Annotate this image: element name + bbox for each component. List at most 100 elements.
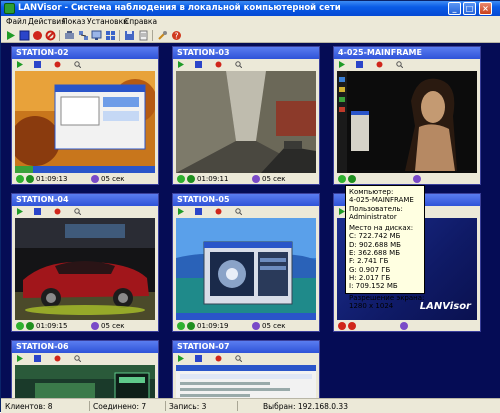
tooltip-user-label: Пользователь: <box>349 204 403 213</box>
zoom-icon[interactable] <box>235 355 242 362</box>
menu-settings[interactable]: Установки <box>87 17 128 26</box>
tooltip-resolution: 1280 x 1024 <box>349 301 394 310</box>
stop-icon[interactable] <box>356 61 363 68</box>
station-screenshot[interactable] <box>15 365 155 398</box>
grid-icon[interactable] <box>105 30 116 41</box>
play-icon[interactable] <box>5 30 16 41</box>
station-screenshot[interactable] <box>15 71 155 173</box>
timer-icon <box>91 175 99 183</box>
station-controls <box>12 206 158 217</box>
stop-icon[interactable] <box>34 61 41 68</box>
station-interval: 05 сек <box>101 175 125 183</box>
station-interval: 05 сек <box>101 322 125 330</box>
zoom-icon[interactable] <box>396 61 403 68</box>
block-icon[interactable] <box>45 30 56 41</box>
station-tile[interactable]: STATION-05 01:09:19 05 сек <box>172 193 320 332</box>
save-icon[interactable] <box>124 30 135 41</box>
clock-icon <box>187 175 195 183</box>
screen-icon[interactable] <box>91 30 102 41</box>
record-icon[interactable] <box>54 355 61 362</box>
station-tile[interactable]: STATION-06 <box>11 340 159 398</box>
station-time: 01:09:11 <box>197 175 229 183</box>
station-tile[interactable]: STATION-03 01:09:11 05 сек <box>172 46 320 185</box>
station-tile[interactable]: STATION-02 01:09:13 05 сек <box>11 46 159 185</box>
station-controls <box>334 59 480 70</box>
status-connected: Соединено: 7 <box>93 402 147 411</box>
record-icon[interactable] <box>54 61 61 68</box>
station-interval: 05 сек <box>262 322 286 330</box>
timer-icon <box>252 175 260 183</box>
record-icon[interactable] <box>215 208 222 215</box>
station-status <box>334 174 480 184</box>
timer-icon <box>413 175 421 183</box>
settings-icon[interactable] <box>138 30 149 41</box>
record-icon[interactable] <box>215 355 222 362</box>
app-icon <box>4 3 15 14</box>
station-name: STATION-03 <box>173 47 319 59</box>
play-icon[interactable] <box>16 61 23 68</box>
menu-view[interactable]: Показ <box>62 17 85 26</box>
station-name: STATION-05 <box>173 194 319 206</box>
play-icon[interactable] <box>177 208 184 215</box>
tooltip-resolution-label: Разрешение экрана: <box>349 293 425 302</box>
stop-icon[interactable] <box>34 355 41 362</box>
help-icon[interactable]: ? <box>171 30 182 41</box>
tools-icon[interactable] <box>157 30 168 41</box>
maximize-button[interactable]: □ <box>463 2 476 15</box>
play-icon[interactable] <box>338 208 345 215</box>
title-bar: LANVisor - Система наблюдения в локально… <box>1 1 500 16</box>
status-clients: Клиентов: 8 <box>5 402 53 411</box>
status-selected: Выбран: 192.168.0.33 <box>263 402 348 411</box>
menu-help[interactable]: Справка <box>124 17 157 26</box>
play-icon[interactable] <box>16 355 23 362</box>
connect-icon[interactable] <box>64 30 75 41</box>
timer-icon <box>252 322 260 330</box>
record-icon[interactable] <box>32 30 43 41</box>
svg-text:?: ? <box>174 32 178 41</box>
clock-icon <box>348 322 356 330</box>
record-icon[interactable] <box>54 208 61 215</box>
station-screenshot[interactable] <box>176 365 316 398</box>
close-button[interactable]: × <box>479 2 492 15</box>
menu-file[interactable]: Файл <box>6 17 27 26</box>
station-tile[interactable]: 4-025-MAINFRAME <box>333 46 481 185</box>
zoom-icon[interactable] <box>74 355 81 362</box>
stop-icon[interactable] <box>195 61 202 68</box>
station-screenshot[interactable] <box>15 218 155 320</box>
stop-icon[interactable] <box>195 355 202 362</box>
minimize-button[interactable]: _ <box>448 2 461 15</box>
record-icon[interactable] <box>215 61 222 68</box>
record-icon[interactable] <box>376 61 383 68</box>
station-screenshot[interactable] <box>176 71 316 173</box>
station-controls <box>173 353 319 364</box>
status-ok-icon <box>177 175 185 183</box>
play-icon[interactable] <box>338 61 345 68</box>
stop-icon[interactable] <box>19 30 30 41</box>
tooltip-disk: G: 0.907 ГБ <box>349 265 391 274</box>
zoom-icon[interactable] <box>74 61 81 68</box>
play-icon[interactable] <box>177 61 184 68</box>
station-tile[interactable]: STATION-04 01:09:15 05 сек <box>11 193 159 332</box>
station-status <box>334 321 480 331</box>
window-title: LANVisor - Система наблюдения в локально… <box>18 3 341 13</box>
menu-actions[interactable]: Действия <box>28 17 66 26</box>
station-time: 01:09:19 <box>197 322 229 330</box>
tooltip-disk: D: 902.688 МБ <box>349 240 401 249</box>
station-name: 4-025-MAINFRAME <box>334 47 480 59</box>
station-tile[interactable]: STATION-07 <box>172 340 320 398</box>
play-icon[interactable] <box>177 355 184 362</box>
stop-icon[interactable] <box>34 208 41 215</box>
zoom-icon[interactable] <box>74 208 81 215</box>
zoom-icon[interactable] <box>235 61 242 68</box>
station-screenshot[interactable] <box>337 71 477 173</box>
toolbar: ? <box>1 28 500 43</box>
station-controls <box>173 206 319 217</box>
zoom-icon[interactable] <box>235 208 242 215</box>
station-screenshot[interactable] <box>176 218 316 320</box>
station-controls <box>12 353 158 364</box>
app-window: LANVisor - Система наблюдения в локально… <box>0 0 500 413</box>
network-icon[interactable] <box>78 30 89 41</box>
stop-icon[interactable] <box>195 208 202 215</box>
play-icon[interactable] <box>16 208 23 215</box>
tooltip-disk: F: 2.741 ГБ <box>349 257 389 266</box>
